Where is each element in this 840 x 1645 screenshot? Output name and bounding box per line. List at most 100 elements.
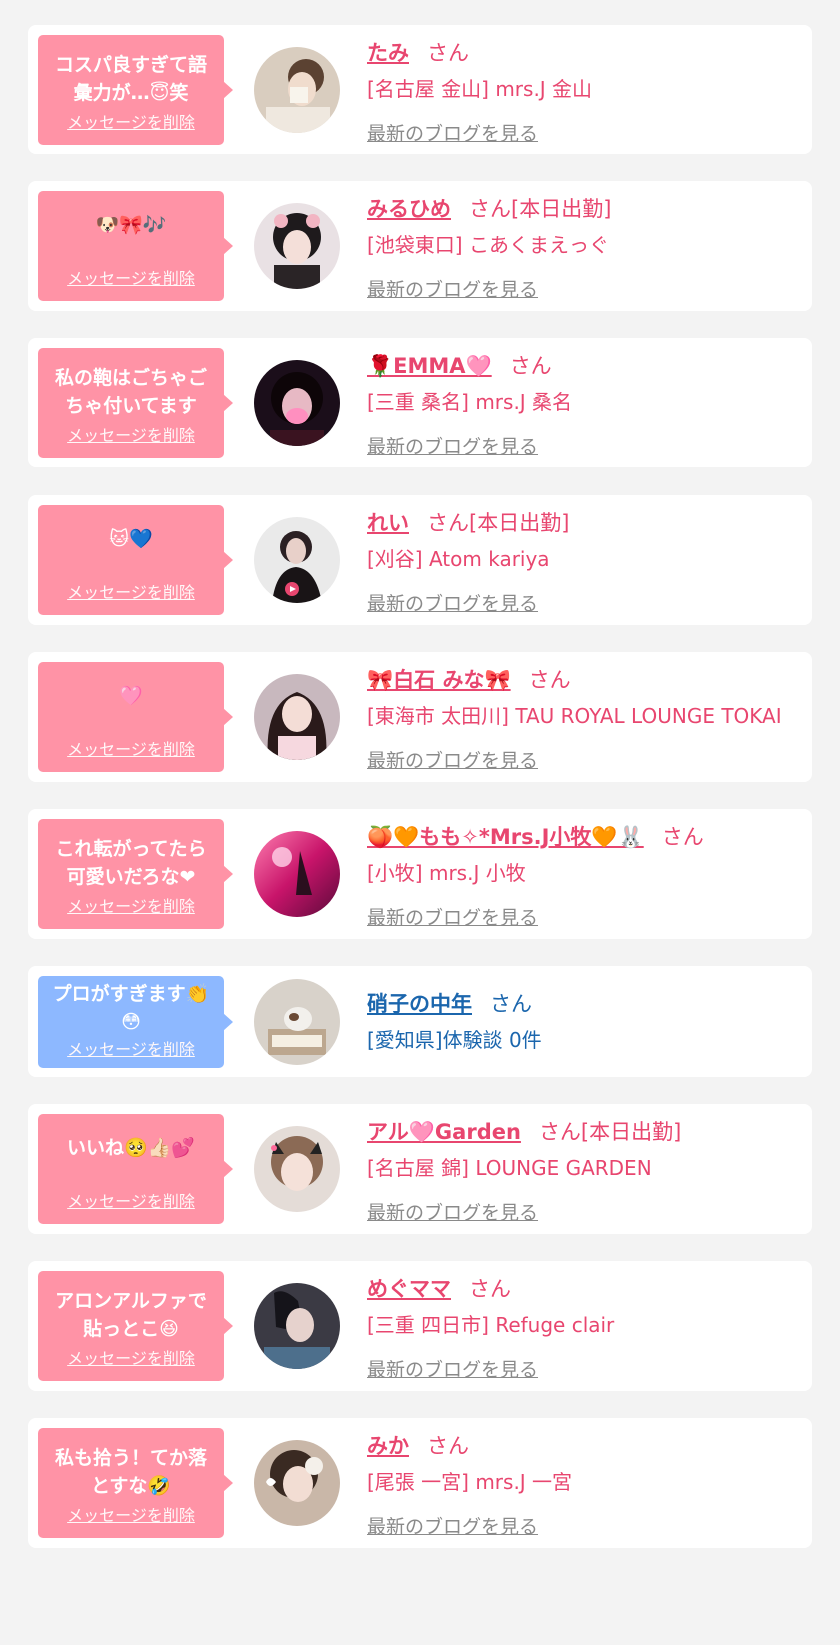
blog-link[interactable]: 最新のブログを見る <box>367 275 538 302</box>
blog-link[interactable]: 最新のブログを見る <box>367 119 538 146</box>
message-text: 🐱💙 <box>109 528 153 550</box>
avatar[interactable] <box>254 831 340 917</box>
user-line: アル🩷Garden さん[本日出勤] <box>367 1116 681 1146</box>
message-text: いいね🥺👍🏻💕 <box>67 1137 195 1159</box>
shop-info: [名古屋 錦] LOUNGE GARDEN <box>367 1156 652 1180</box>
honorific: さん <box>469 1277 511 1301</box>
message-bubble: コスパ良すぎて語 彙力が…😇笑 メッセージを削除 <box>38 35 233 145</box>
message-text: 🐶🎀🎶 <box>95 214 167 236</box>
delete-message-button[interactable]: メッセージを削除 <box>38 1502 224 1526</box>
delete-message-button[interactable]: メッセージを削除 <box>38 1188 224 1212</box>
list-item: いいね🥺👍🏻💕 メッセージを削除 アル🩷Garden さん[本日出勤] [名古屋 … <box>28 1104 812 1234</box>
shop-info: [三重 桑名] mrs.J 桑名 <box>367 390 573 414</box>
avatar[interactable] <box>254 979 340 1065</box>
message-text: 私の鞄はごちゃご ちゃ付いてます <box>54 367 207 417</box>
message-text: これ転がってたら 可愛いだろな❤ <box>55 838 207 888</box>
message-bubble: 🐱💙 メッセージを削除 <box>38 505 233 615</box>
user-name-link[interactable]: めぐママ <box>367 1277 451 1301</box>
user-name-link[interactable]: 硝子の中年 <box>367 992 472 1016</box>
delete-message-button[interactable]: メッセージを削除 <box>38 893 224 917</box>
avatar[interactable] <box>254 517 340 603</box>
avatar[interactable] <box>254 47 340 133</box>
user-line: れい さん[本日出勤] <box>367 507 569 537</box>
message-bubble: 🐶🎀🎶 メッセージを削除 <box>38 191 233 301</box>
user-name-link[interactable]: 🍑🧡もも✧*Mrs.J小牧🧡🐰 <box>367 825 644 849</box>
blog-link[interactable]: 最新のブログを見る <box>367 432 538 459</box>
user-name-link[interactable]: みるひめ <box>367 197 451 221</box>
delete-message-button[interactable]: メッセージを削除 <box>38 579 224 603</box>
shop-info: [尾張 一宮] mrs.J 一宮 <box>367 1470 573 1494</box>
user-name-link[interactable]: れい <box>367 511 409 535</box>
blog-link[interactable]: 最新のブログを見る <box>367 1355 538 1382</box>
list-item: アロンアルファで 貼っとこ😆 メッセージを削除 めぐママ さん [三重 四日市] … <box>28 1261 812 1391</box>
delete-message-button[interactable]: メッセージを削除 <box>38 265 224 289</box>
list-item: プロがすぎます👏 😳 メッセージを削除 硝子の中年 さん [愛知県]体験談 0件 <box>28 966 812 1077</box>
list-item: コスパ良すぎて語 彙力が…😇笑 メッセージを削除 たみ さん [名古屋 金山] m… <box>28 25 812 154</box>
user-line: 🌹EMMA🩷 さん <box>367 350 552 380</box>
user-line: 硝子の中年 さん <box>367 988 532 1018</box>
shop-info: [三重 四日市] Refuge clair <box>367 1313 615 1337</box>
user-name-link[interactable]: みか <box>367 1434 409 1458</box>
delete-message-button[interactable]: メッセージを削除 <box>38 1345 224 1369</box>
message-bubble: いいね🥺👍🏻💕 メッセージを削除 <box>38 1114 233 1224</box>
avatar[interactable] <box>254 203 340 289</box>
shop-info: [小牧] mrs.J 小牧 <box>367 861 526 885</box>
message-text: アロンアルファで 貼っとこ😆 <box>55 1290 207 1340</box>
honorific: さん <box>528 668 571 692</box>
avatar[interactable] <box>254 1283 340 1369</box>
user-name-link[interactable]: 🎀白石 みな🎀 <box>367 668 511 692</box>
message-bubble: 私の鞄はごちゃご ちゃ付いてます メッセージを削除 <box>38 348 233 458</box>
avatar[interactable] <box>254 674 340 760</box>
message-bubble: プロがすぎます👏 😳 メッセージを削除 <box>38 976 233 1068</box>
shop-info: [池袋東口] こあくまえっぐ <box>367 233 609 257</box>
shop-info: [東海市 太田川] TAU ROYAL LOUNGE TOKAI <box>367 704 782 728</box>
delete-message-button[interactable]: メッセージを削除 <box>38 736 224 760</box>
honorific: さん <box>509 354 552 378</box>
delete-message-button[interactable]: メッセージを削除 <box>38 422 224 446</box>
message-bubble: これ転がってたら 可愛いだろな❤ メッセージを削除 <box>38 819 233 929</box>
blog-link[interactable]: 最新のブログを見る <box>367 1198 538 1225</box>
delete-message-button[interactable]: メッセージを削除 <box>38 1036 224 1060</box>
avatar[interactable] <box>254 1126 340 1212</box>
user-name-link[interactable]: たみ <box>367 41 409 65</box>
list-item: 私も拾う！てか落 とすな🤣 メッセージを削除 みか さん [尾張 一宮] mrs.… <box>28 1418 812 1548</box>
message-text: 🩷 <box>119 685 143 707</box>
user-name-link[interactable]: アル🩷Garden <box>367 1120 521 1144</box>
blog-link[interactable]: 最新のブログを見る <box>367 903 538 930</box>
message-bubble: 🩷 メッセージを削除 <box>38 662 233 772</box>
user-line: 🍑🧡もも✧*Mrs.J小牧🧡🐰 さん <box>367 821 704 851</box>
user-line: 🎀白石 みな🎀 さん <box>367 664 571 694</box>
message-bubble: アロンアルファで 貼っとこ😆 メッセージを削除 <box>38 1271 233 1381</box>
message-list: コスパ良すぎて語 彙力が…😇笑 メッセージを削除 たみ さん [名古屋 金山] m… <box>0 0 840 1645</box>
list-item: これ転がってたら 可愛いだろな❤ メッセージを削除 🍑🧡もも✧*Mrs.J小牧🧡… <box>28 809 812 939</box>
user-line: たみ さん <box>367 37 469 67</box>
user-name-link[interactable]: 🌹EMMA🩷 <box>367 354 492 378</box>
user-line: みるひめ さん[本日出勤] <box>367 193 611 223</box>
honorific: さん[本日出勤] <box>427 511 570 535</box>
message-text: コスパ良すぎて語 彙力が…😇笑 <box>54 54 207 104</box>
honorific: さん[本日出勤] <box>469 197 612 221</box>
list-item: 私の鞄はごちゃご ちゃ付いてます メッセージを削除 🌹EMMA🩷 さん [三重 桑… <box>28 338 812 467</box>
shop-info: [名古屋 金山] mrs.J 金山 <box>367 77 593 101</box>
blog-link[interactable]: 最新のブログを見る <box>367 1512 538 1539</box>
delete-message-button[interactable]: メッセージを削除 <box>38 109 224 133</box>
honorific: さん <box>661 825 704 849</box>
user-line: みか さん <box>367 1430 469 1460</box>
honorific: さん <box>427 1434 469 1458</box>
message-text: 私も拾う！てか落 とすな🤣 <box>54 1447 207 1497</box>
list-item: 🐱💙 メッセージを削除 れい さん[本日出勤] [刈谷] Atom kariya … <box>28 495 812 625</box>
message-bubble: 私も拾う！てか落 とすな🤣 メッセージを削除 <box>38 1428 233 1538</box>
shop-info: [刈谷] Atom kariya <box>367 547 550 571</box>
list-item: 🩷 メッセージを削除 🎀白石 みな🎀 さん [東海市 太田川] TAU ROYAL… <box>28 652 812 782</box>
message-text: プロがすぎます👏 😳 <box>52 983 210 1033</box>
user-line: めぐママ さん <box>367 1273 511 1303</box>
honorific: さん <box>427 41 469 65</box>
honorific: さん <box>490 992 532 1016</box>
honorific: さん[本日出勤] <box>538 1120 682 1144</box>
shop-info: [愛知県]体験談 0件 <box>367 1028 542 1052</box>
list-item: 🐶🎀🎶 メッセージを削除 みるひめ さん[本日出勤] [池袋東口] こあくまえっぐ… <box>28 181 812 311</box>
blog-link[interactable]: 最新のブログを見る <box>367 589 538 616</box>
avatar[interactable] <box>254 1440 340 1526</box>
avatar[interactable] <box>254 360 340 446</box>
blog-link[interactable]: 最新のブログを見る <box>367 746 538 773</box>
